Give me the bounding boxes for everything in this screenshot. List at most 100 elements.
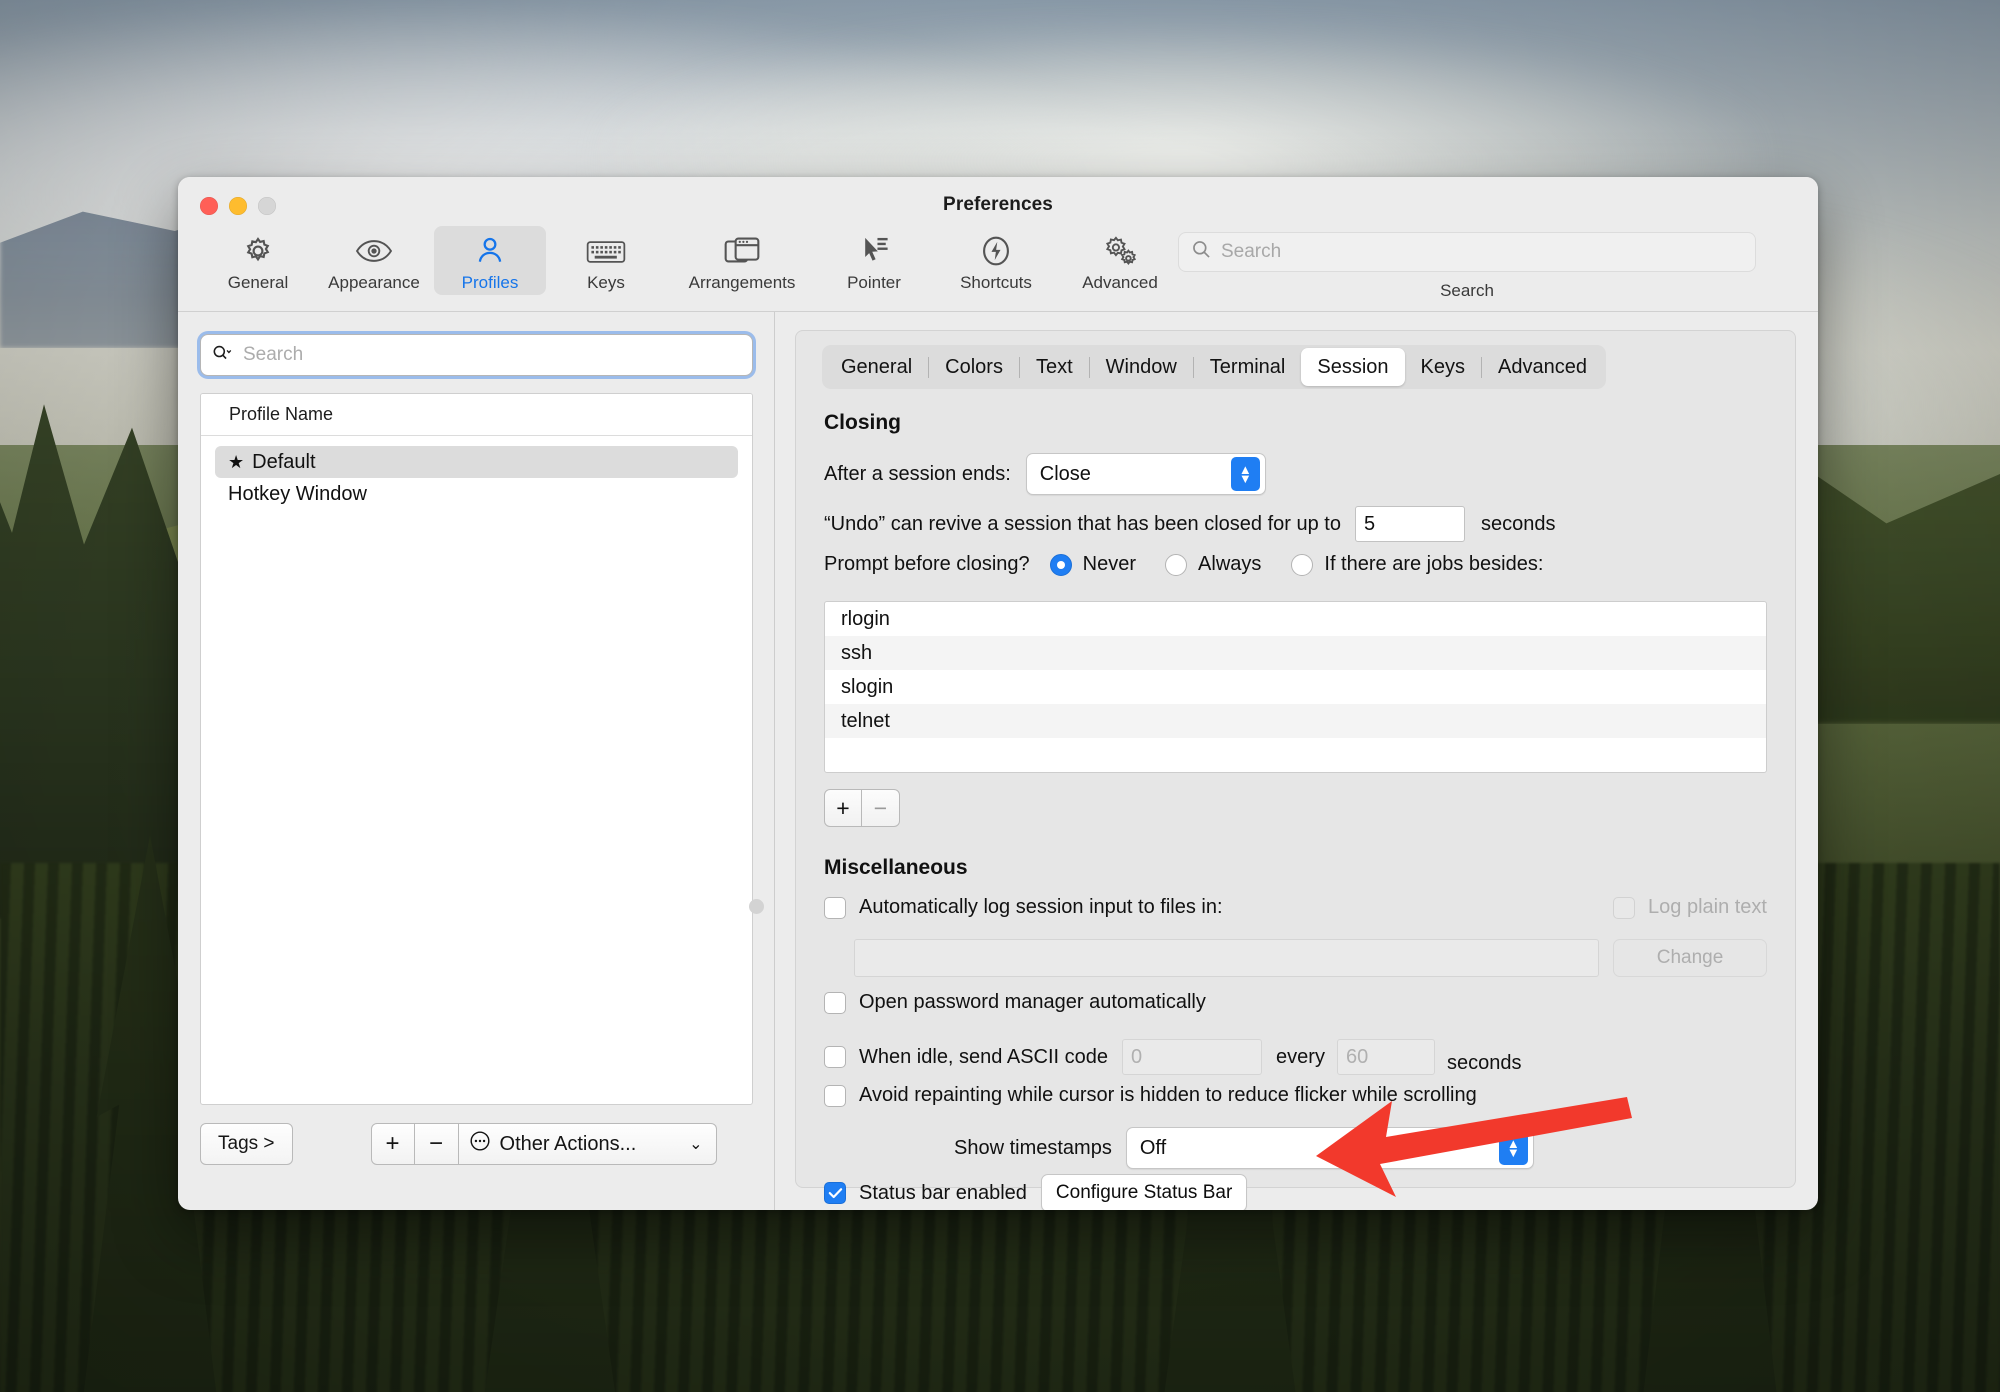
eye-icon [355,232,393,268]
profile-table-header[interactable]: Profile Name [201,394,752,436]
search-input[interactable]: Search [1178,232,1756,272]
keyboard-icon [586,232,626,268]
toolbar-item-profiles[interactable]: Profiles [434,226,546,295]
tab-terminal[interactable]: Terminal [1194,348,1302,386]
sidebar-footer: Tags > + − Other Actions... ⌄ [200,1123,753,1165]
after-session-ends-value: Close [1039,462,1091,485]
password-manager-checkbox[interactable] [824,991,846,1014]
status-bar-checkbox[interactable] [824,1182,846,1204]
list-item[interactable]: rlogin [825,602,1766,636]
double-gear-icon [1101,232,1139,268]
idle-interval-input[interactable]: 60 [1336,1039,1435,1075]
jobs-list[interactable]: rlogin ssh slogin telnet [824,601,1767,773]
windows-icon [724,232,760,268]
toolbar-item-appearance[interactable]: Appearance [318,226,430,295]
cursor-icon [858,232,890,268]
password-manager-label: Open password manager automatically [859,991,1206,1013]
remove-job-button[interactable]: − [862,789,900,827]
add-profile-button[interactable]: + [370,1123,415,1165]
tab-text[interactable]: Text [1020,348,1089,386]
session-settings-panel: General Colors Text Window Terminal Sess… [795,330,1796,1210]
log-plain-text-checkbox[interactable] [1613,896,1636,919]
idle-ascii-code-input[interactable]: 0 [1122,1039,1263,1075]
toolbar-item-arrangements[interactable]: Arrangements [666,226,818,295]
radio-always[interactable] [1165,553,1188,576]
profile-settings-pane: General Colors Text Window Terminal Sess… [775,312,1818,1210]
ellipsis-circle-icon [469,1130,491,1158]
profile-search-placeholder: Search [243,344,304,365]
password-manager-row: Open password manager automatically [824,991,1206,1014]
tab-advanced[interactable]: Advanced [1482,348,1603,386]
toolbar-item-label: Advanced [1082,273,1158,292]
avoid-repaint-label: Avoid repainting while cursor is hidden … [859,1084,1477,1106]
log-plain-text-label: Log plain text [1648,896,1767,918]
gear-icon [241,232,275,268]
profile-tabbar: General Colors Text Window Terminal Sess… [822,345,1606,389]
jobs-add-remove-group: + − [824,789,900,827]
undo-revive-label: “Undo” can revive a session that has bee… [824,512,1341,535]
idle-ascii-row: When idle, send ASCII code 0 every 60 se… [824,1039,1521,1075]
auto-log-label: Automatically log session input to files… [859,896,1223,918]
after-session-ends-row: After a session ends: Close ▲ ▼ [824,453,1266,495]
window-title: Preferences [943,194,1053,215]
after-session-ends-label: After a session ends: [824,462,1011,485]
remove-profile-button[interactable]: − [414,1123,459,1165]
profile-search-input[interactable]: Search [200,334,753,376]
prompt-before-closing-row: Prompt before closing? Never Always If t… [824,553,1543,576]
after-session-ends-select[interactable]: Close ▲ ▼ [1025,453,1266,495]
profile-table: Profile Name ★ Default Hotkey Window [200,393,753,1105]
other-actions-label: Other Actions... [499,1132,637,1155]
search-icon [211,342,235,369]
radio-never[interactable] [1049,553,1072,576]
list-item[interactable]: ssh [825,636,1766,670]
configure-status-bar-button[interactable]: Configure Status Bar [1040,1174,1248,1210]
avoid-repaint-checkbox[interactable] [824,1084,846,1107]
tab-general[interactable]: General [825,348,928,386]
change-log-path-button[interactable]: Change [1613,939,1767,977]
other-actions-button[interactable]: Other Actions... ⌄ [458,1123,717,1165]
toolbar-item-label: General [227,273,289,292]
profiles-sidebar: Search Profile Name ★ Default Hotkey Win… [178,312,775,1210]
radio-never-label: Never [1082,553,1137,575]
add-job-button[interactable]: + [824,789,862,827]
search-icon [1191,239,1212,265]
toolbar-item-shortcuts[interactable]: Shortcuts [934,226,1058,295]
profile-row-default[interactable]: ★ Default [215,446,738,478]
sidebar-resize-handle[interactable] [749,899,764,914]
toolbar-item-keys[interactable]: Keys [550,226,662,295]
toolbar-item-label: Keys [587,273,625,292]
column-header-profile-name: Profile Name [229,404,334,424]
stepper-chevrons-icon: ▲ ▼ [1230,457,1260,491]
tags-button[interactable]: Tags > [200,1123,293,1165]
toolbar-item-advanced[interactable]: Advanced [1058,226,1182,295]
preferences-toolbar: General Appearance Profiles Keys Arrange… [178,222,1818,310]
auto-log-checkbox[interactable] [824,896,846,919]
idle-ascii-label: When idle, send ASCII code [859,1045,1109,1068]
tab-keys[interactable]: Keys [1405,348,1481,386]
toolbar-item-label: Shortcuts [960,273,1032,292]
idle-every-label: every [1276,1045,1325,1068]
status-bar-label: Status bar enabled [859,1181,1027,1204]
list-item[interactable]: telnet [825,704,1766,738]
profile-name: Default [252,450,316,473]
show-timestamps-select[interactable]: Off ▲ ▼ [1125,1127,1534,1169]
chevron-down-icon: ⌄ [689,1136,703,1153]
undo-seconds-input[interactable]: 5 [1354,506,1465,542]
toolbar-item-general[interactable]: General [202,226,314,295]
miscellaneous-section-title: Miscellaneous [824,856,968,879]
toolbar-item-label: Profiles [461,273,519,292]
tab-session[interactable]: Session [1301,348,1405,386]
list-item[interactable]: slogin [825,670,1766,704]
undo-seconds-unit: seconds [1480,512,1556,535]
log-plain-text-row: Log plain text [1613,896,1767,919]
log-path-input[interactable] [854,939,1599,977]
tab-colors[interactable]: Colors [929,348,1019,386]
closing-section-title: Closing [824,411,901,434]
idle-ascii-checkbox[interactable] [824,1046,846,1068]
profile-row-hotkey-window[interactable]: Hotkey Window [215,478,738,510]
tab-window[interactable]: Window [1090,348,1193,386]
radio-if-jobs-besides[interactable] [1291,553,1314,576]
toolbar-item-pointer[interactable]: Pointer [818,226,930,295]
stepper-chevrons-icon: ▲ ▼ [1498,1131,1528,1165]
idle-seconds-label: seconds [1446,1052,1522,1074]
